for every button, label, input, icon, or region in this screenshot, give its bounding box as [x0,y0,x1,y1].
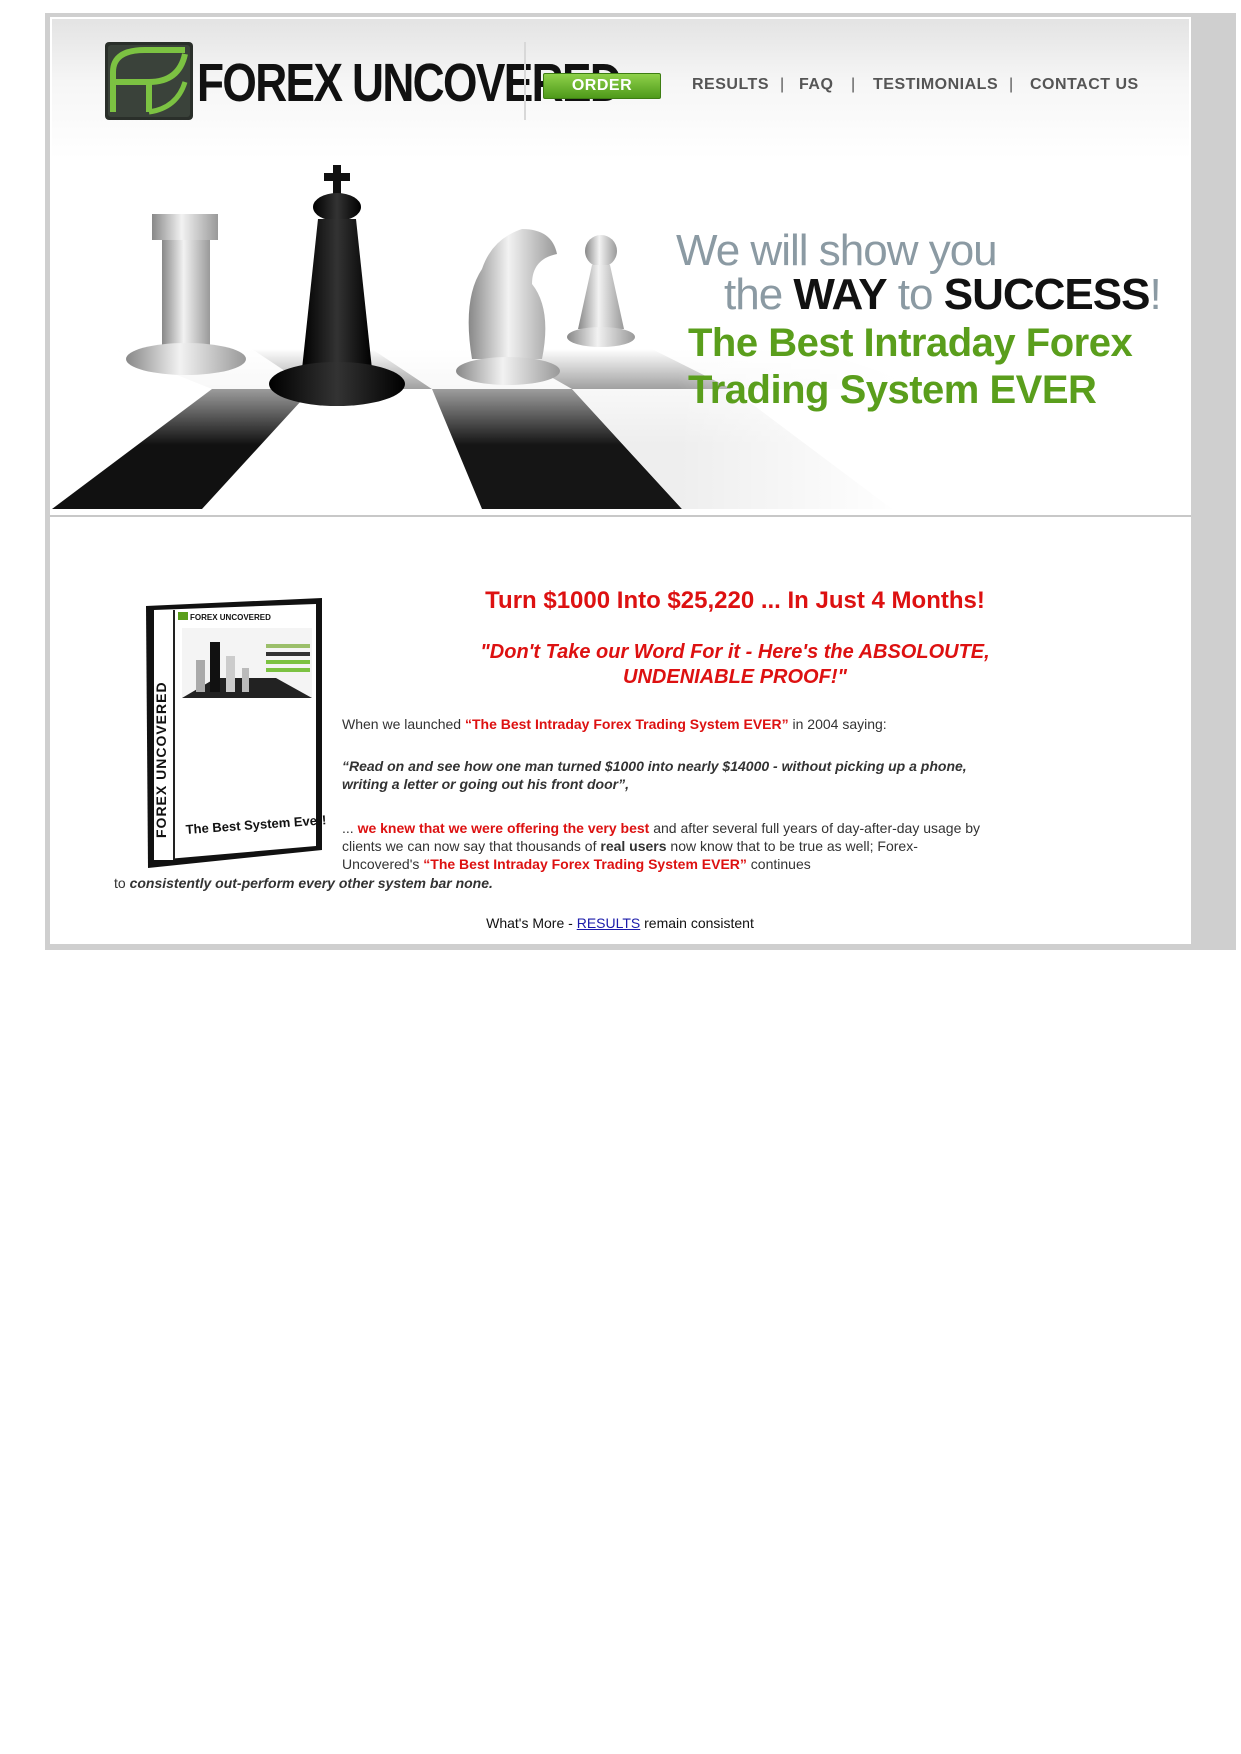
nav-separator: | [1009,76,1014,93]
hero-line-1: We will show you [676,226,998,275]
hero-line-2: the WAY to SUCCESS! [724,270,1162,319]
forex-uncovered-logo-icon[interactable] [105,42,193,120]
hero-divider [50,515,1191,517]
body-paragraph-end: to consistently out-perform every other … [114,875,493,891]
nav-separator: | [851,76,856,93]
nav-results[interactable]: RESULTS [692,76,769,94]
results-line: What's More - RESULTS remain consistent [486,915,754,931]
body-paragraph: ... we knew that we were offering the ve… [342,820,981,872]
results-link[interactable]: RESULTS [577,915,641,931]
product-box-image[interactable]: FOREX UNCOVERED FOREX UNCOVERED The Best… [126,598,326,868]
header-divider [524,42,526,120]
launch-paragraph: When we launched “The Best Intraday Fore… [342,716,887,732]
nav-separator: | [780,76,785,93]
order-button[interactable]: ORDER [543,73,661,99]
product-top-label: FOREX UNCOVERED [190,613,271,622]
nav-contact-us[interactable]: CONTACT US [1030,76,1139,94]
nav-testimonials[interactable]: TESTIMONIALS [873,76,998,94]
proof-headline: "Don't Take our Word For it - Here's the… [480,641,990,688]
hero-line-3: The Best Intraday Forex [688,321,1133,365]
page-title: Turn $1000 Into $25,220 ... In Just 4 Mo… [485,587,985,614]
hero-line-4: Trading System EVER [688,368,1097,412]
nav-faq[interactable]: FAQ [799,76,833,94]
quote-paragraph: “Read on and see how one man turned $100… [342,758,967,792]
product-spine: FOREX UNCOVERED [153,681,169,838]
